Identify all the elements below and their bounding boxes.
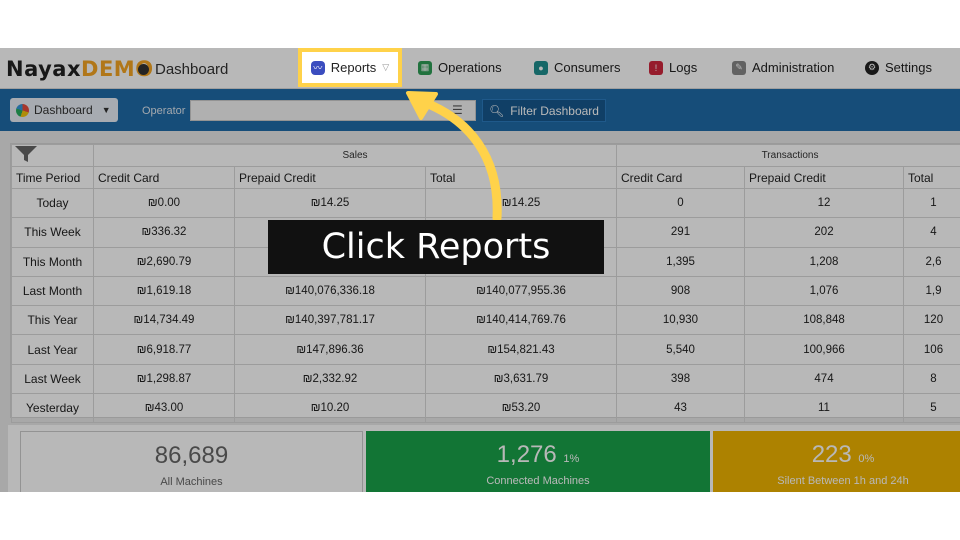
chart-icon: 〰	[310, 60, 325, 75]
reports-nav-highlight[interactable]: 〰 Reports ▽	[298, 48, 402, 87]
tutorial-caption: Click Reports	[268, 220, 604, 274]
reports-nav-label: Reports	[330, 60, 377, 75]
caret-down-icon: ▽	[382, 62, 390, 72]
app-screen: NayaxDEMO Dashboard ▦ Operations ● Consu…	[0, 48, 960, 492]
